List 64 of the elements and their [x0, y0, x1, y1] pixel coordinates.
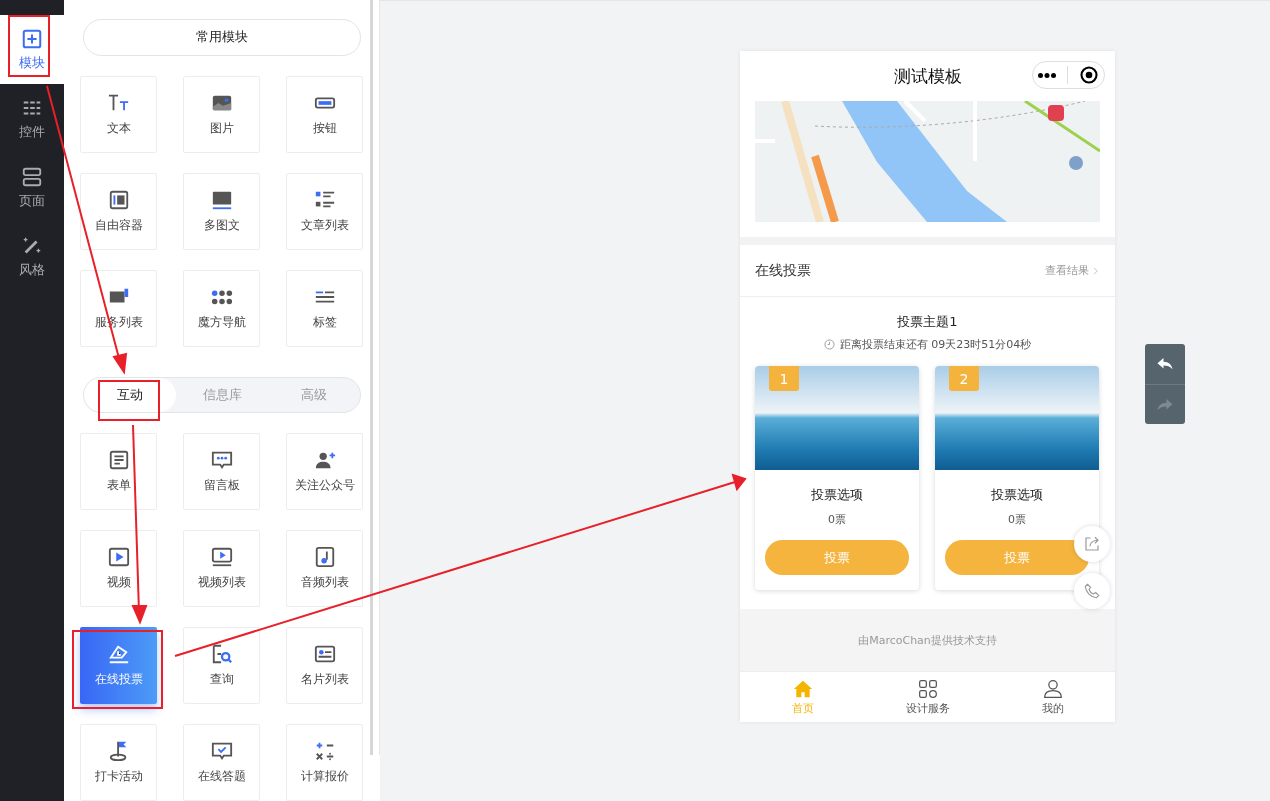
share-icon [1083, 535, 1101, 553]
annotation-frame [98, 380, 160, 421]
module-tile[interactable]: 在线答题 [183, 724, 260, 801]
sidebar-item[interactable]: 模块 [0, 15, 64, 84]
module-tile[interactable]: 计算报价 [286, 724, 363, 801]
plus-square-icon [21, 27, 43, 50]
module-tile[interactable]: 自由容器 [80, 172, 157, 250]
music-note-icon [313, 546, 336, 568]
category-tab[interactable]: 互动 [84, 377, 176, 412]
module-tile[interactable]: 视频列表 [183, 530, 260, 607]
sidebar-item[interactable]: 页面 [0, 153, 64, 222]
share-button[interactable] [1074, 526, 1110, 562]
rank-badge: 1 [769, 366, 799, 391]
check-bubble-icon [210, 740, 233, 762]
vote-count: 0票 [828, 512, 846, 527]
footer-credit: 由MarcoChan提供技术支持 [740, 609, 1115, 671]
module-tile[interactable]: 留言板 [183, 433, 260, 510]
rank-badge: 2 [949, 366, 979, 391]
module-tile[interactable]: 名片列表 [286, 627, 363, 704]
section-title: 在线投票 [755, 261, 811, 280]
module-tile[interactable]: 关注公众号 [286, 433, 363, 510]
option-name: 投票选项 [991, 486, 1043, 504]
module-tile[interactable]: 在线投票 [80, 627, 157, 704]
module-tile[interactable]: 按钮 [286, 75, 363, 153]
tab-bar-item[interactable]: 我的 [990, 672, 1115, 722]
module-tile[interactable]: 文本 [80, 75, 157, 153]
module-tile[interactable]: 音频列表 [286, 530, 363, 607]
home-icon [792, 678, 813, 699]
sidebar-item[interactable]: 风格 [0, 222, 64, 291]
user-icon [1042, 678, 1063, 699]
ballot-icon [107, 643, 130, 665]
layers-icon [21, 165, 43, 188]
option-name: 投票选项 [811, 486, 863, 504]
module-tile[interactable]: 视频 [80, 530, 157, 607]
countdown-text: 距离投票结束还有 09天23时51分04秒 [839, 337, 1032, 352]
form-icon [107, 449, 130, 471]
phone-icon [1083, 582, 1101, 600]
module-tile[interactable]: 文章列表 [286, 172, 363, 250]
calculator-icon [313, 740, 336, 762]
id-card-icon [313, 643, 336, 665]
grid-icon [917, 678, 938, 699]
more-icon [1038, 72, 1057, 78]
scrollbar[interactable] [370, 0, 380, 755]
video-list-icon [210, 546, 233, 568]
module-tile[interactable]: 标签 [286, 269, 363, 347]
phone-call-button[interactable] [1074, 573, 1110, 609]
module-tile[interactable]: 多图文 [183, 172, 260, 250]
chat-bubble-icon [210, 449, 233, 471]
sidebar-item[interactable]: 控件 [0, 84, 64, 153]
vote-count: 0票 [1008, 512, 1026, 527]
module-tile[interactable]: 查询 [183, 627, 260, 704]
annotation-frame [8, 15, 50, 77]
module-tile[interactable]: 图片 [183, 75, 260, 153]
container-icon [107, 188, 130, 211]
vote-topic: 投票主题1 [896, 313, 959, 331]
module-tile[interactable]: 表单 [80, 433, 157, 510]
module-tile[interactable]: 魔方导航 [183, 269, 260, 347]
search-list-icon [210, 643, 233, 665]
page-title: 测试模板 [893, 64, 962, 88]
play-icon [107, 546, 130, 568]
tab-bar-item[interactable]: 设计服务 [865, 672, 990, 722]
clock-icon [823, 339, 835, 350]
close-target-icon [1078, 65, 1099, 85]
module-tile[interactable]: 打卡活动 [80, 724, 157, 801]
